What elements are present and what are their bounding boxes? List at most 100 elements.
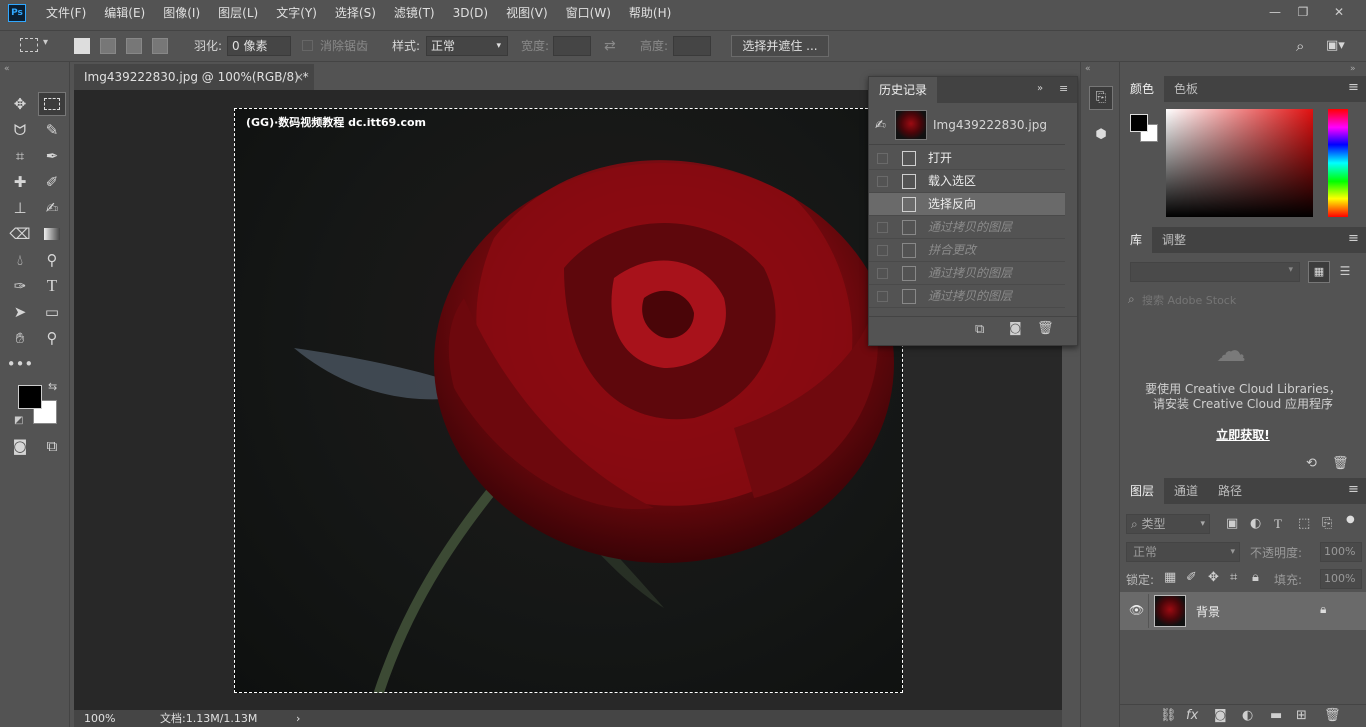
fill-input[interactable]: 100%: [1320, 569, 1362, 589]
swap-colors-icon[interactable]: ⇆: [48, 380, 57, 393]
filter-adjustment-icon[interactable]: ◐: [1250, 516, 1261, 531]
tab-adjustments[interactable]: 调整: [1152, 227, 1196, 253]
filter-pixel-icon[interactable]: ▣: [1226, 516, 1238, 531]
color-field[interactable]: [1166, 109, 1313, 217]
menu-view[interactable]: 视图(V): [506, 0, 548, 26]
stock-search-input[interactable]: [1142, 291, 1332, 309]
history-brush-source-checkbox[interactable]: [877, 199, 888, 210]
history-state-row[interactable]: 通过拷贝的图层: [869, 285, 1065, 308]
tab-libraries[interactable]: 库: [1120, 227, 1153, 253]
menu-image[interactable]: 图像(I): [163, 0, 200, 26]
workspace-icon[interactable]: ▣▾: [1326, 31, 1345, 61]
gradient-tool-icon[interactable]: [38, 222, 66, 246]
camera-icon[interactable]: ◙: [1009, 321, 1022, 336]
antialias-checkbox[interactable]: [302, 40, 313, 51]
menu-file[interactable]: 文件(F): [46, 0, 86, 26]
lock-image-icon[interactable]: ✐: [1186, 570, 1197, 585]
marquee-tool-icon[interactable]: [38, 92, 66, 116]
lock-all-icon[interactable]: 🔒︎: [1252, 570, 1259, 585]
menu-3d[interactable]: 3D(D): [453, 0, 488, 26]
trash-icon[interactable]: 🗑︎: [1037, 321, 1054, 336]
menu-filter[interactable]: 滤镜(T): [394, 0, 435, 26]
tab-layers[interactable]: 图层: [1120, 478, 1165, 504]
hue-slider[interactable]: [1328, 109, 1348, 217]
tab-color[interactable]: 颜色: [1120, 76, 1165, 102]
menu-help[interactable]: 帮助(H): [629, 0, 671, 26]
history-brush-source-checkbox[interactable]: [877, 268, 888, 279]
collapse-arrows-icon[interactable]: »: [1350, 64, 1356, 74]
cloud-sync-icon[interactable]: ⟲: [1306, 456, 1317, 471]
get-it-now-link[interactable]: 立即获取!: [1120, 426, 1366, 443]
more-tools-icon[interactable]: •••: [6, 352, 34, 376]
crop-tool-icon[interactable]: ⌗: [6, 144, 34, 168]
restore-button[interactable]: ❐: [1290, 2, 1316, 22]
menu-select[interactable]: 选择(S): [335, 0, 376, 26]
feather-input[interactable]: 0 像素: [227, 36, 291, 56]
healing-brush-tool-icon[interactable]: ✚: [6, 170, 34, 194]
filter-type-icon[interactable]: T: [1274, 516, 1282, 532]
swap-icon[interactable]: ⇄: [604, 31, 616, 61]
new-layer-icon[interactable]: ⊞: [1296, 708, 1307, 723]
hand-tool-icon[interactable]: ✋︎: [6, 326, 34, 350]
minimize-button[interactable]: —: [1262, 2, 1288, 22]
height-input[interactable]: [673, 36, 711, 56]
history-dock-icon[interactable]: ⎘: [1089, 86, 1113, 110]
document-tab[interactable]: Img439222830.jpg @ 100%(RGB/8) * ×: [74, 64, 314, 90]
lock-transparent-icon[interactable]: ▦: [1164, 570, 1176, 585]
history-state-row[interactable]: 载入选区: [869, 170, 1065, 193]
eraser-tool-icon[interactable]: ⌫: [6, 222, 34, 246]
history-brush-source-checkbox[interactable]: [877, 153, 888, 164]
filter-shape-icon[interactable]: ⬚: [1298, 516, 1310, 531]
style-select[interactable]: 正常 ▾: [426, 36, 508, 56]
eyedropper-tool-icon[interactable]: ✒: [38, 144, 66, 168]
collapse-arrows-icon[interactable]: «: [4, 64, 10, 74]
menu-edit[interactable]: 编辑(E): [104, 0, 145, 26]
path-select-tool-icon[interactable]: ➤: [6, 300, 34, 324]
new-document-from-state-icon[interactable]: ⧉: [975, 322, 984, 337]
new-group-icon[interactable]: ▬: [1270, 708, 1282, 723]
history-state-row[interactable]: 拼合更改: [869, 239, 1065, 262]
history-state-row[interactable]: 打开: [869, 147, 1065, 170]
foreground-color-swatch[interactable]: [1130, 114, 1148, 132]
search-icon[interactable]: ⌕: [1296, 31, 1304, 61]
subtract-selection-icon[interactable]: [126, 38, 142, 54]
panel-menu-icon[interactable]: ≡: [1348, 80, 1359, 95]
pen-tool-icon[interactable]: ✑: [6, 274, 34, 298]
rectangle-tool-icon[interactable]: ▭: [38, 300, 66, 324]
tab-paths[interactable]: 路径: [1208, 478, 1252, 504]
collapse-arrows-icon[interactable]: «: [1085, 64, 1091, 74]
lasso-tool-icon[interactable]: ᗢ: [6, 118, 34, 142]
history-state-row[interactable]: 选择反向: [869, 193, 1065, 216]
trash-icon[interactable]: 🗑︎: [1332, 456, 1349, 471]
history-brush-source-checkbox[interactable]: [877, 176, 888, 187]
lock-position-icon[interactable]: ✥: [1208, 570, 1219, 585]
link-layers-icon[interactable]: ⛓︎: [1160, 708, 1177, 723]
menu-type[interactable]: 文字(Y): [276, 0, 317, 26]
chevron-down-icon[interactable]: ▾: [43, 37, 48, 48]
history-brush-source-checkbox[interactable]: [877, 291, 888, 302]
new-selection-icon[interactable]: [74, 38, 90, 54]
opacity-input[interactable]: 100%: [1320, 542, 1362, 562]
lock-artboard-icon[interactable]: ⌗: [1230, 570, 1237, 585]
move-tool-icon[interactable]: ✥: [6, 92, 34, 116]
filter-toggle[interactable]: ●: [1346, 514, 1356, 534]
history-brush-source-checkbox[interactable]: [877, 222, 888, 233]
zoom-tool-icon[interactable]: ⚲: [38, 326, 66, 350]
layer-row-background[interactable]: 👁︎ 背景 🔒︎: [1120, 592, 1366, 630]
foreground-color-swatch[interactable]: [18, 385, 42, 409]
history-state-row[interactable]: 通过拷贝的图层: [869, 216, 1065, 239]
library-select[interactable]: ▾: [1130, 262, 1300, 282]
quick-select-tool-icon[interactable]: ✎: [38, 118, 66, 142]
fx-icon[interactable]: fx: [1186, 708, 1198, 723]
history-snapshot[interactable]: ✍ Img439222830.jpg: [869, 107, 1065, 145]
width-input[interactable]: [553, 36, 591, 56]
panel-menu-icon[interactable]: ≡: [1059, 82, 1068, 95]
screen-mode-icon[interactable]: ⧉: [38, 434, 66, 458]
add-selection-icon[interactable]: [100, 38, 116, 54]
brush-tool-icon[interactable]: ✐: [38, 170, 66, 194]
default-colors-icon[interactable]: ◩: [14, 415, 23, 426]
rect-marquee-preset-icon[interactable]: [20, 38, 38, 52]
history-state-row[interactable]: 通过拷贝的图层: [869, 262, 1065, 285]
blur-tool-icon[interactable]: 💧︎: [6, 248, 34, 272]
status-menu-arrow[interactable]: ›: [296, 710, 300, 727]
